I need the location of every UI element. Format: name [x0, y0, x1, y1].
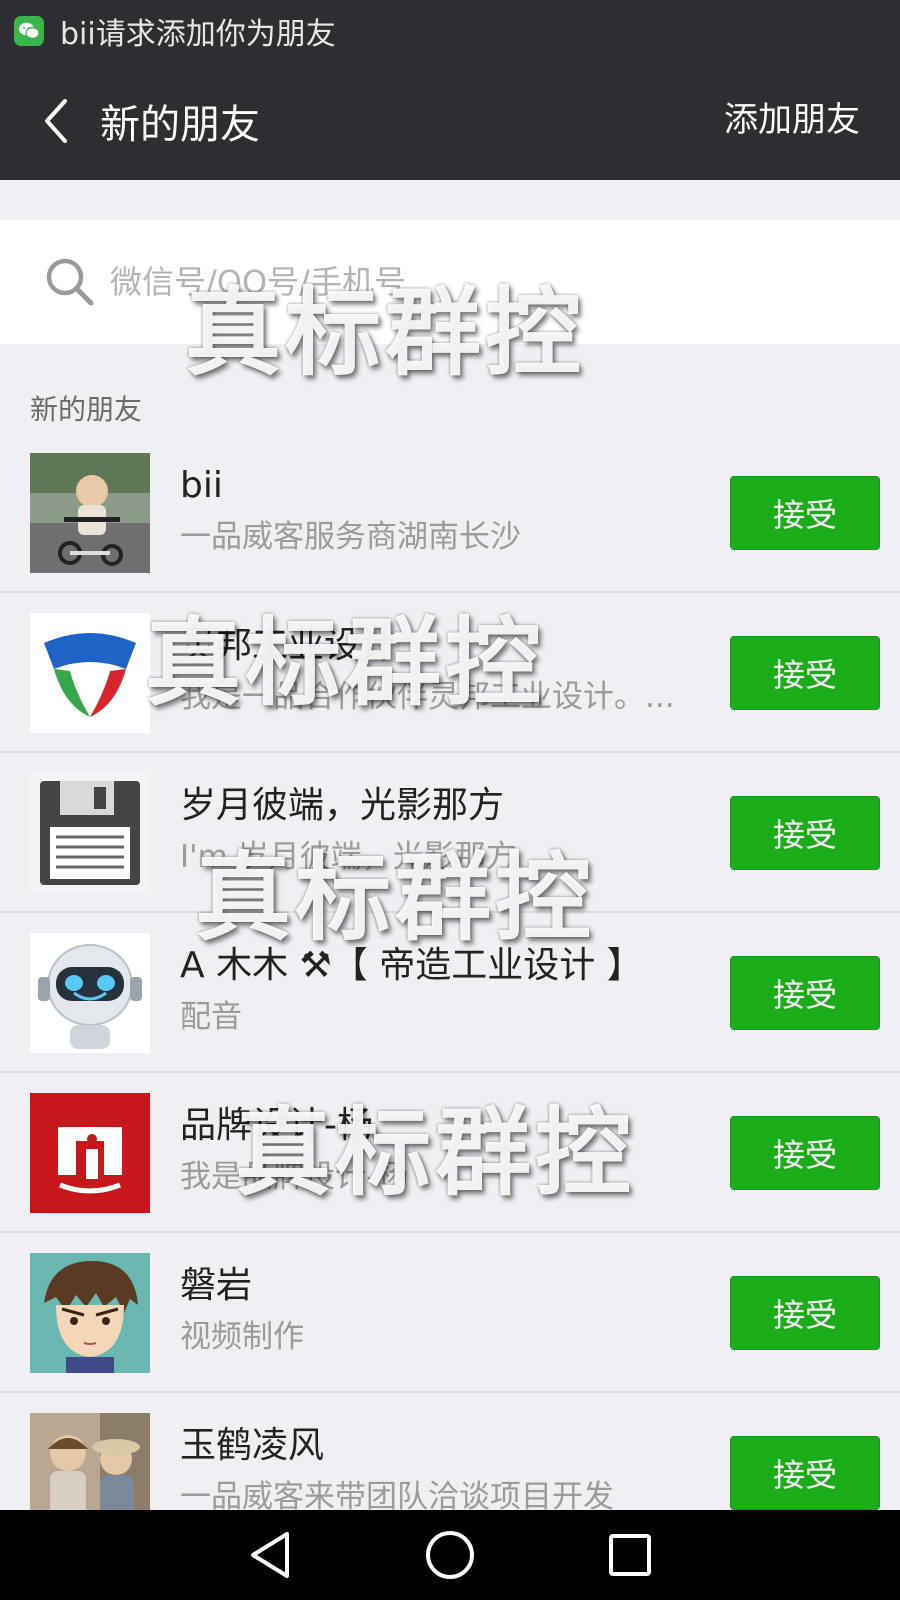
friend-message: 我是一品合作伙伴灵邦工业设计。... — [180, 679, 675, 715]
friend-name: 灵邦工业设计 — [180, 625, 397, 666]
friend-name: bii — [180, 465, 223, 506]
header: 新的朋友 添加朋友 — [0, 62, 900, 180]
nav-home-button[interactable] — [420, 1525, 480, 1585]
nav-back-button[interactable] — [240, 1525, 300, 1585]
nav-back-icon — [251, 1532, 289, 1578]
add-friend-button[interactable]: 添加朋友 — [724, 92, 860, 141]
list-item[interactable]: 磐岩 视频制作 接受 — [0, 1233, 900, 1393]
notification-text: bii请求添加你为朋友 — [60, 17, 336, 52]
avatar — [30, 933, 150, 1053]
search-input[interactable] — [110, 263, 810, 301]
avatar — [30, 773, 150, 893]
system-nav-bar — [0, 1510, 900, 1600]
status-bar: bii请求添加你为朋友 — [0, 0, 900, 62]
friend-name: 玉鹤凌风 — [180, 1425, 325, 1466]
list-item[interactable]: bii 一品威客服务商湖南长沙 接受 — [0, 433, 900, 593]
friend-name: 岁月彼端，光影那方 — [180, 785, 505, 826]
friend-message: 一品威客服务商湖南长沙 — [180, 519, 521, 555]
nav-home-icon — [426, 1531, 474, 1579]
accept-button[interactable]: 接受 — [730, 636, 880, 710]
friend-message: 配音 — [180, 999, 242, 1035]
wechat-icon — [14, 16, 44, 46]
avatar — [30, 1253, 150, 1373]
friend-name: 磐岩 — [180, 1265, 253, 1306]
search-bar — [0, 220, 900, 344]
avatar — [30, 453, 150, 573]
search-icon — [44, 256, 96, 308]
accept-button[interactable]: 接受 — [730, 1436, 880, 1510]
avatar — [30, 1093, 150, 1213]
accept-button[interactable]: 接受 — [730, 1116, 880, 1190]
list-item[interactable]: 灵邦工业设计 我是一品合作伙伴灵邦工业设计。... 接受 — [0, 593, 900, 753]
section-label: 新的朋友 — [30, 393, 143, 426]
friend-name: 品牌设计-杨 — [180, 1105, 373, 1146]
accept-button[interactable]: 接受 — [730, 1276, 880, 1350]
friend-request-list: bii 一品威客服务商湖南长沙 接受 灵邦工业设计 我是一品合作伙伴灵邦工业设计… — [0, 433, 900, 1553]
accept-button[interactable]: 接受 — [730, 956, 880, 1030]
nav-recents-icon — [609, 1534, 651, 1576]
avatar — [30, 613, 150, 733]
back-arrow-icon — [45, 99, 67, 143]
friend-message: 我是品牌设计-杨 — [180, 1159, 409, 1195]
back-button[interactable] — [26, 81, 86, 161]
list-item[interactable]: 岁月彼端，光影那方 I'm 岁月彼端，光影那方 接受 — [0, 753, 900, 913]
friend-message: I'm 岁月彼端，光影那方 — [180, 839, 517, 875]
list-item[interactable]: A 木木 ⚒【 帝造工业设计 】 配音 接受 — [0, 913, 900, 1073]
list-item[interactable]: 品牌设计-杨 我是品牌设计-杨 接受 — [0, 1073, 900, 1233]
page-title: 新的朋友 — [100, 102, 260, 148]
accept-button[interactable]: 接受 — [730, 796, 880, 870]
friend-name: A 木木 ⚒【 帝造工业设计 】 — [180, 945, 643, 986]
friend-message: 视频制作 — [180, 1319, 304, 1355]
nav-recents-button[interactable] — [600, 1525, 660, 1585]
accept-button[interactable]: 接受 — [730, 476, 880, 550]
